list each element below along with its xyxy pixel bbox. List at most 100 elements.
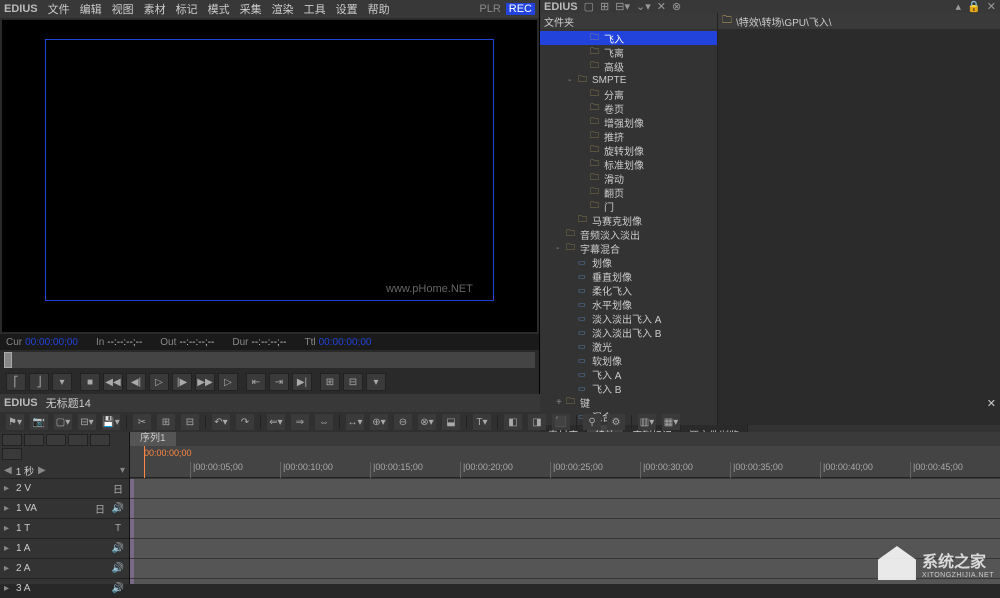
toolbar-btn[interactable]: ▦▾ bbox=[662, 414, 680, 430]
toolbar-btn[interactable]: 📷 bbox=[30, 414, 48, 430]
tree-item[interactable]: 🗀卷页 bbox=[540, 101, 717, 115]
menu-编辑[interactable]: 编辑 bbox=[80, 4, 102, 16]
insert-icon[interactable]: ⊞ bbox=[320, 373, 340, 391]
mode-plr[interactable]: PLR bbox=[476, 3, 503, 15]
rewind-icon[interactable]: ◀◀ bbox=[103, 373, 123, 391]
menu-视图[interactable]: 视图 bbox=[112, 4, 134, 16]
expand-icon[interactable]: ▸ bbox=[4, 563, 12, 574]
tree-item[interactable]: ▭淡入淡出飞入 B bbox=[540, 325, 717, 339]
set-in-icon[interactable]: ⎡ bbox=[6, 373, 26, 391]
tree-item[interactable]: ▭飞入 A bbox=[540, 367, 717, 381]
menu-标记[interactable]: 标记 bbox=[176, 4, 198, 16]
timeline-track[interactable] bbox=[130, 538, 1000, 558]
timeline-ruler[interactable]: 00:00:00;00 |00:00:05;00|00:00:10;00|00:… bbox=[130, 446, 1000, 478]
timeline-track[interactable] bbox=[130, 518, 1000, 538]
toolbar-btn[interactable]: ⬓ bbox=[442, 414, 460, 430]
toolbar-btn[interactable]: ⬛ bbox=[552, 414, 570, 430]
step-fwd-icon[interactable]: |▶ bbox=[172, 373, 192, 391]
expand-icon[interactable]: ▸ bbox=[4, 483, 12, 494]
tree-item[interactable]: 🗀门 bbox=[540, 199, 717, 213]
toolbar-btn[interactable]: ⊞ bbox=[157, 414, 175, 430]
stop-icon[interactable]: ■ bbox=[80, 373, 100, 391]
tree-item[interactable]: 🗀音频淡入淡出 bbox=[540, 227, 717, 241]
track-header-row[interactable]: ▸1 A🔊 bbox=[0, 538, 129, 558]
track-toggle-icon[interactable]: 日 bbox=[111, 481, 125, 496]
sequence-tab[interactable]: 序列1 bbox=[130, 432, 176, 446]
option-icon[interactable]: ⊗ bbox=[672, 0, 681, 13]
toolbar-btn[interactable]: T▾ bbox=[473, 414, 491, 430]
toolbar-btn[interactable]: ⚙ bbox=[607, 414, 625, 430]
menu-设置[interactable]: 设置 bbox=[336, 4, 358, 16]
toolbar-btn[interactable]: ⇔ bbox=[315, 414, 333, 430]
jog-icon[interactable]: ▶| bbox=[292, 373, 312, 391]
toolbar-btn[interactable]: ⇒ bbox=[291, 414, 309, 430]
new-folder-icon[interactable]: ▢ bbox=[584, 0, 594, 13]
user-icon[interactable]: ▴ bbox=[956, 0, 962, 13]
expand-icon[interactable]: ▸ bbox=[4, 583, 12, 594]
track-header-row[interactable]: ▸2 A🔊 bbox=[0, 558, 129, 578]
toolbar-btn[interactable]: ⊗▾ bbox=[418, 414, 436, 430]
menu-工具[interactable]: 工具 bbox=[304, 4, 326, 16]
tree-item[interactable]: 🗀飞离 bbox=[540, 45, 717, 59]
timeline-track[interactable] bbox=[130, 478, 1000, 498]
ffwd-icon[interactable]: ▶▶ bbox=[195, 373, 215, 391]
expand-icon[interactable]: ▸ bbox=[4, 543, 12, 554]
toolbar-btn[interactable]: ↔▾ bbox=[346, 414, 364, 430]
toolbar-btn[interactable]: ⊟ bbox=[181, 414, 199, 430]
menu-文件[interactable]: 文件 bbox=[48, 4, 70, 16]
timeline-track[interactable] bbox=[130, 558, 1000, 578]
menu-模式[interactable]: 模式 bbox=[208, 4, 230, 16]
ctrl-btn[interactable] bbox=[68, 434, 88, 446]
view-icon[interactable]: ⊞ bbox=[600, 0, 609, 13]
ctrl-btn[interactable] bbox=[90, 434, 110, 446]
tree-item[interactable]: 🗀马赛克划像 bbox=[540, 213, 717, 227]
menu-采集[interactable]: 采集 bbox=[240, 4, 262, 16]
toolbar-btn[interactable]: ✂ bbox=[133, 414, 151, 430]
tree-item[interactable]: ▭柔化飞入 bbox=[540, 283, 717, 297]
tree-item[interactable]: ▭淡入淡出飞入 A bbox=[540, 311, 717, 325]
toolbar-btn[interactable]: ⊕▾ bbox=[370, 414, 388, 430]
ctrl-btn[interactable] bbox=[2, 434, 22, 446]
timeline-tracks[interactable]: 序列1 00:00:00;00 |00:00:05;00|00:00:10;00… bbox=[130, 432, 1000, 584]
toolbar-btn[interactable]: ◨ bbox=[528, 414, 546, 430]
toolbar-btn[interactable]: ⊖ bbox=[394, 414, 412, 430]
scale-right-icon[interactable]: ▶ bbox=[38, 465, 46, 476]
tree-item[interactable]: 🗀推挤 bbox=[540, 129, 717, 143]
track-toggle-icon[interactable]: 🔊 bbox=[111, 583, 125, 594]
scrub-bar[interactable] bbox=[4, 352, 535, 368]
timeline-track[interactable] bbox=[130, 578, 1000, 584]
delete-icon[interactable]: ✕ bbox=[657, 0, 666, 13]
scrub-handle[interactable] bbox=[4, 352, 12, 368]
ctrl-btn[interactable] bbox=[2, 448, 22, 460]
toolbar-btn[interactable]: 💾▾ bbox=[102, 414, 120, 430]
tree-item[interactable]: 🗀旋转划像 bbox=[540, 143, 717, 157]
toolbar-btn[interactable]: ⚲ bbox=[583, 414, 601, 430]
ctrl-btn[interactable] bbox=[24, 434, 44, 446]
overwrite-icon[interactable]: ⊟ bbox=[343, 373, 363, 391]
tree-item[interactable]: 🗀翻页 bbox=[540, 185, 717, 199]
toolbar-btn[interactable]: ↷ bbox=[236, 414, 254, 430]
more-icon[interactable]: ▾ bbox=[366, 373, 386, 391]
close-icon[interactable]: ✕ bbox=[987, 397, 996, 410]
lock-icon[interactable]: 🔒 bbox=[967, 0, 981, 13]
dropdown-icon[interactable]: ▾ bbox=[52, 373, 72, 391]
tree-item[interactable]: -🗀SMPTE bbox=[540, 73, 717, 87]
tree-item[interactable]: ▭划像 bbox=[540, 255, 717, 269]
track-header-row[interactable]: ▸1 VA日🔊 bbox=[0, 498, 129, 518]
toolbar-btn[interactable]: ⇐▾ bbox=[267, 414, 285, 430]
toolbar-btn[interactable]: ▢▾ bbox=[54, 414, 72, 430]
toolbar-btn[interactable]: ◧ bbox=[504, 414, 522, 430]
toolbar-btn[interactable]: ↶▾ bbox=[212, 414, 230, 430]
track-header-row[interactable]: ▸2 V日 bbox=[0, 478, 129, 498]
track-toggle-icon[interactable]: T bbox=[111, 523, 125, 534]
timeline-track[interactable] bbox=[130, 498, 1000, 518]
expand-icon[interactable]: ▸ bbox=[4, 503, 12, 514]
close-icon[interactable]: ✕ bbox=[987, 0, 996, 13]
tree-item[interactable]: 🗀高级 bbox=[540, 59, 717, 73]
step-back-icon[interactable]: ◀| bbox=[126, 373, 146, 391]
menu-帮助[interactable]: 帮助 bbox=[368, 4, 390, 16]
set-out-icon[interactable]: ⎦ bbox=[29, 373, 49, 391]
tree-icon[interactable]: ⊟▾ bbox=[615, 0, 630, 13]
menu-渲染[interactable]: 渲染 bbox=[272, 4, 294, 16]
scale-menu-icon[interactable]: ▾ bbox=[120, 465, 125, 476]
